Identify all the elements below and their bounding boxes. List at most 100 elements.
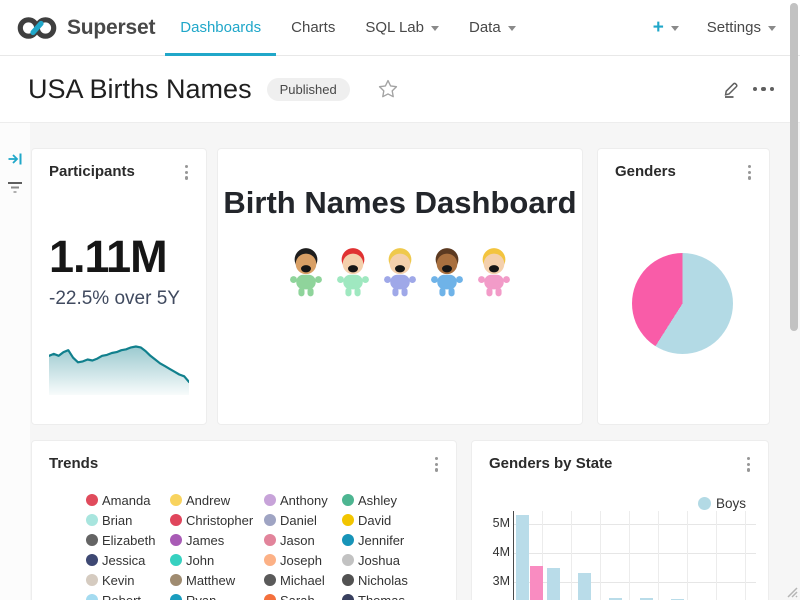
legend-label: Jennifer <box>358 533 404 548</box>
legend-swatch <box>170 514 182 526</box>
status-badge[interactable]: Published <box>267 78 350 101</box>
nav-right: + Settings <box>653 0 800 55</box>
gridline <box>745 511 746 600</box>
legend-swatch <box>170 554 182 566</box>
ellipsis-icon <box>753 87 758 92</box>
nav-item-data[interactable]: Data <box>454 0 531 55</box>
legend-item-kevin[interactable]: Kevin <box>86 573 170 587</box>
bar-boys <box>578 573 591 600</box>
legend-label: Amanda <box>102 493 150 508</box>
legend-label: Christopher <box>186 513 253 528</box>
nav-item-label: SQL Lab <box>365 19 424 36</box>
card-markdown-header: Birth Names Dashboard <box>217 148 583 425</box>
legend-item-robert[interactable]: Robert <box>86 593 170 600</box>
vertical-scrollbar-thumb[interactable] <box>790 3 798 331</box>
legend-swatch <box>170 594 182 600</box>
legend-item-ashley[interactable]: Ashley <box>342 493 408 507</box>
y-axis-line <box>513 511 514 600</box>
superset-logo-icon <box>16 13 58 43</box>
card-header: Trends <box>32 441 456 474</box>
legend-label: Sarah <box>280 593 315 600</box>
genders-pie <box>632 253 733 354</box>
filter-button[interactable] <box>7 181 23 195</box>
add-new-button[interactable]: + <box>653 18 679 37</box>
card-participants: Participants 1.11M -22.5% over 5Y <box>31 148 207 425</box>
legend-item-joshua[interactable]: Joshua <box>342 553 408 567</box>
more-actions-button[interactable] <box>753 87 775 92</box>
legend-item-anthony[interactable]: Anthony <box>264 493 342 507</box>
legend-swatch <box>86 574 98 586</box>
legend-swatch <box>264 594 276 600</box>
dashboard-grid: Participants 1.11M -22.5% over 5Y Birth … <box>0 123 800 600</box>
chevron-down-icon <box>508 26 516 31</box>
resize-grip-icon[interactable] <box>783 583 798 598</box>
gridline <box>571 511 572 600</box>
legend-label: Jason <box>280 533 315 548</box>
y-tick-label: 5M <box>474 516 510 530</box>
expand-filter-bar-button[interactable] <box>7 151 23 167</box>
legend-item-jennifer[interactable]: Jennifer <box>342 533 408 547</box>
nav-item-charts[interactable]: Charts <box>276 0 350 55</box>
card-header: Genders by State <box>472 441 768 474</box>
chart-menu-button[interactable] <box>745 455 752 474</box>
legend-item-christopher[interactable]: Christopher <box>170 513 264 527</box>
legend-label: Kevin <box>102 573 135 588</box>
legend-item-joseph[interactable]: Joseph <box>264 553 342 567</box>
edit-dashboard-button[interactable] <box>721 79 741 99</box>
legend-item-jason[interactable]: Jason <box>264 533 342 547</box>
legend-label: James <box>186 533 224 548</box>
legend-label: Andrew <box>186 493 230 508</box>
header-actions <box>721 79 800 99</box>
card-title: Genders by State <box>489 455 612 472</box>
legend-item-michael[interactable]: Michael <box>264 573 342 587</box>
child-figure <box>425 246 469 298</box>
legend-item-brian[interactable]: Brian <box>86 513 170 527</box>
legend-item-nicholas[interactable]: Nicholas <box>342 573 408 587</box>
star-icon <box>377 78 399 100</box>
chart-menu-button[interactable] <box>183 163 190 182</box>
legend-item-ryan[interactable]: Ryan <box>170 593 264 600</box>
legend-swatch <box>342 534 354 546</box>
legend-item-elizabeth[interactable]: Elizabeth <box>86 533 170 547</box>
favorite-star-button[interactable] <box>377 78 399 100</box>
legend-item-jessica[interactable]: Jessica <box>86 553 170 567</box>
legend-item-amanda[interactable]: Amanda <box>86 493 170 507</box>
top-navbar: Superset DashboardsCharts SQL Lab Data + S… <box>0 0 800 56</box>
nav-item-sql-lab[interactable]: SQL Lab <box>350 0 454 55</box>
gridline <box>514 553 756 554</box>
chevron-down-icon <box>768 26 776 31</box>
y-tick-label: 3M <box>474 574 510 588</box>
child-figure <box>331 246 375 298</box>
legend-item-james[interactable]: James <box>170 533 264 547</box>
page-title: USA Births Names <box>28 74 252 105</box>
legend-label: David <box>358 513 391 528</box>
state-legend-boys[interactable]: Boys <box>698 496 746 511</box>
chart-menu-button[interactable] <box>746 163 753 182</box>
legend-item-david[interactable]: David <box>342 513 408 527</box>
nav-menu: DashboardsCharts SQL Lab Data <box>165 0 530 55</box>
legend-label: Matthew <box>186 573 235 588</box>
card-title: Trends <box>49 455 98 472</box>
bar-girls <box>530 566 543 600</box>
child-figure <box>284 246 328 298</box>
legend-swatch <box>698 497 711 510</box>
legend-item-matthew[interactable]: Matthew <box>170 573 264 587</box>
legend-swatch <box>264 574 276 586</box>
legend-item-john[interactable]: John <box>170 553 264 567</box>
legend-item-andrew[interactable]: Andrew <box>170 493 264 507</box>
settings-menu[interactable]: Settings <box>707 19 776 36</box>
nav-item-dashboards[interactable]: Dashboards <box>165 0 276 55</box>
legend-label: Michael <box>280 573 325 588</box>
chart-menu-button[interactable] <box>433 455 440 474</box>
chevron-down-icon <box>431 26 439 31</box>
superset-logo[interactable]: Superset <box>0 0 155 55</box>
gridline <box>514 524 756 525</box>
legend-item-sarah[interactable]: Sarah <box>264 593 342 600</box>
gridline <box>629 511 630 600</box>
legend-item-daniel[interactable]: Daniel <box>264 513 342 527</box>
legend-item-thomas[interactable]: Thomas <box>342 593 408 600</box>
legend-swatch <box>264 534 276 546</box>
y-tick-label: 4M <box>474 545 510 559</box>
legend-swatch <box>342 514 354 526</box>
legend-swatch <box>170 574 182 586</box>
